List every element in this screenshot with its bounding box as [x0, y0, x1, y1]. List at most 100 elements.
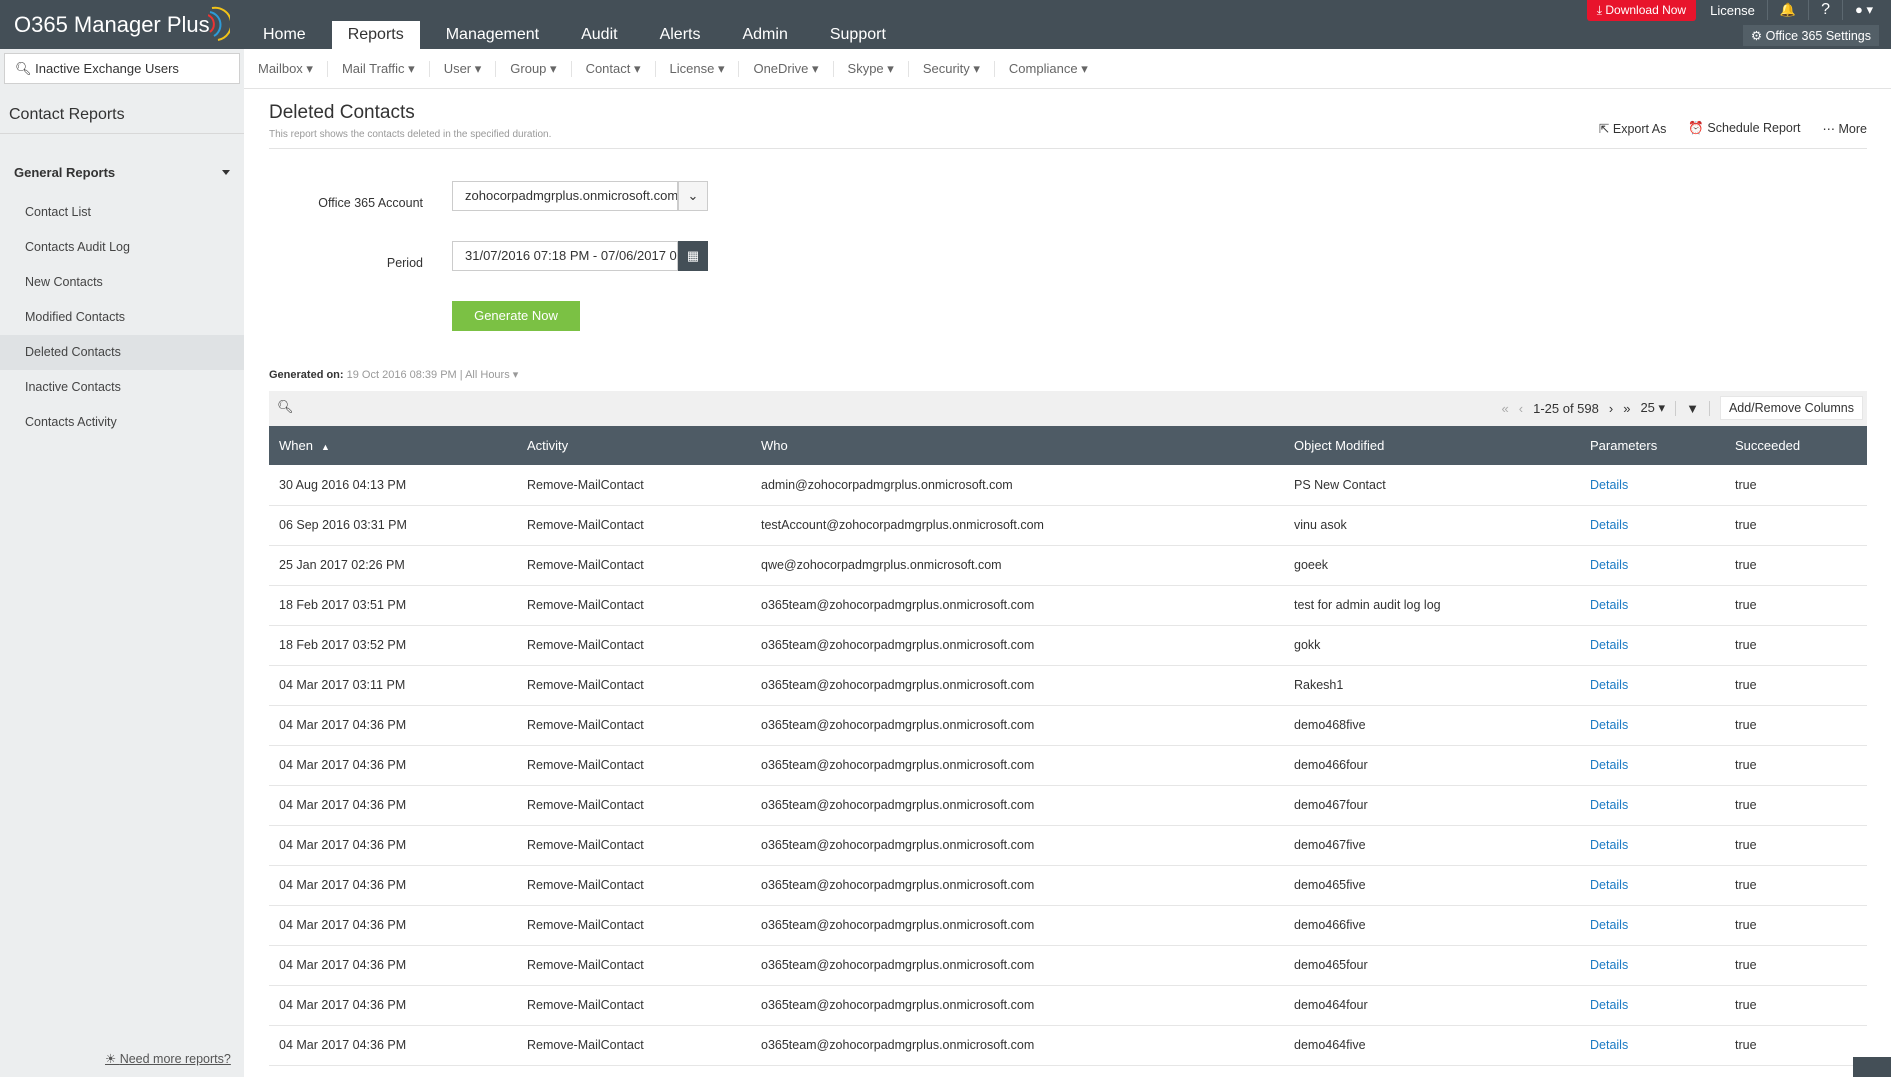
subnav-mail-traffic[interactable]: Mail Traffic ▾ — [328, 61, 430, 77]
first-page-icon[interactable]: « — [1502, 401, 1509, 416]
column-header[interactable]: Parameters — [1580, 426, 1725, 465]
table-row: 04 Mar 2017 03:11 PMRemove-MailContacto3… — [269, 665, 1867, 705]
hours-dropdown[interactable]: All Hours ▾ — [465, 369, 518, 381]
details-link[interactable]: Details — [1590, 878, 1628, 892]
prev-page-icon[interactable]: ‹ — [1519, 401, 1523, 416]
office-365-settings-button[interactable]: ⚙ Office 365 Settings — [1743, 25, 1879, 46]
subnav-compliance[interactable]: Compliance ▾ — [995, 61, 1102, 77]
details-link[interactable]: Details — [1590, 558, 1628, 572]
page-size-select[interactable]: 25 ▾ — [1640, 400, 1665, 416]
subnav-security[interactable]: Security ▾ — [909, 61, 995, 77]
report-search-input[interactable]: 🔍︎ Inactive Exchange Users — [4, 53, 240, 84]
sidebar-item-contacts-activity[interactable]: Contacts Activity — [0, 405, 244, 440]
table-cell: true — [1725, 985, 1867, 1025]
chevron-down-icon[interactable]: ⌄ — [678, 181, 708, 211]
table-row: 04 Mar 2017 04:36 PMRemove-MailContacto3… — [269, 865, 1867, 905]
table-cell: true — [1725, 665, 1867, 705]
table-cell: Details — [1580, 545, 1725, 585]
divider — [0, 133, 244, 134]
subnav-license[interactable]: License ▾ — [656, 61, 740, 77]
sidebar-item-new-contacts[interactable]: New Contacts — [0, 265, 244, 300]
table-row: 04 Mar 2017 04:36 PMRemove-MailContacto3… — [269, 905, 1867, 945]
subnav-mailbox[interactable]: Mailbox ▾ — [244, 61, 328, 77]
subnav-contact[interactable]: Contact ▾ — [572, 61, 656, 77]
table-cell: Details — [1580, 585, 1725, 625]
next-page-icon[interactable]: › — [1609, 401, 1613, 416]
subnav-onedrive[interactable]: OneDrive ▾ — [739, 61, 833, 77]
sidebar-item-deleted-contacts[interactable]: Deleted Contacts — [0, 335, 244, 370]
details-link[interactable]: Details — [1590, 758, 1628, 772]
app-logo[interactable]: O365 Manager Plus — [14, 12, 210, 38]
download-now-button[interactable]: ⤓ Download Now — [1587, 0, 1696, 21]
tab-reports[interactable]: Reports — [332, 21, 420, 49]
subnav-group[interactable]: Group ▾ — [496, 61, 571, 77]
table-cell: o365team@zohocorpadmgrplus.onmicrosoft.c… — [751, 905, 1284, 945]
generate-now-button[interactable]: Generate Now — [452, 301, 580, 331]
table-row: 18 Feb 2017 03:52 PMRemove-MailContacto3… — [269, 625, 1867, 665]
details-link[interactable]: Details — [1590, 678, 1628, 692]
details-link[interactable]: Details — [1590, 638, 1628, 652]
license-link[interactable]: License — [1710, 3, 1755, 18]
sidebar-item-contact-list[interactable]: Contact List — [0, 195, 244, 230]
details-link[interactable]: Details — [1590, 998, 1628, 1012]
sidebar-item-modified-contacts[interactable]: Modified Contacts — [0, 300, 244, 335]
details-link[interactable]: Details — [1590, 1038, 1628, 1052]
filter-icon[interactable]: ▼ — [1675, 401, 1710, 416]
table-cell: 30 Aug 2016 04:13 PM — [269, 465, 517, 505]
details-link[interactable]: Details — [1590, 718, 1628, 732]
more-button[interactable]: ⋯ More — [1823, 121, 1867, 136]
table-cell: 04 Mar 2017 04:36 PM — [269, 945, 517, 985]
general-reports-toggle[interactable]: General Reports — [14, 165, 230, 180]
export-as-button[interactable]: ⇱ Export As — [1599, 121, 1666, 136]
period-input[interactable]: 31/07/2016 07:18 PM - 07/06/2017 07:18 P… — [452, 241, 678, 271]
details-link[interactable]: Details — [1590, 798, 1628, 812]
tab-admin[interactable]: Admin — [726, 21, 803, 49]
details-link[interactable]: Details — [1590, 598, 1628, 612]
add-remove-columns-button[interactable]: Add/Remove Columns — [1720, 396, 1863, 420]
table-cell: true — [1725, 865, 1867, 905]
tab-support[interactable]: Support — [814, 21, 902, 49]
schedule-report-button[interactable]: ⏰ Schedule Report — [1688, 121, 1800, 136]
table-cell: o365team@zohocorpadmgrplus.onmicrosoft.c… — [751, 745, 1284, 785]
subnav-skype[interactable]: Skype ▾ — [834, 61, 909, 77]
details-link[interactable]: Details — [1590, 478, 1628, 492]
sidebar-item-contacts-audit-log[interactable]: Contacts Audit Log — [0, 230, 244, 265]
user-avatar-icon[interactable]: ● ▾ — [1855, 2, 1873, 18]
table-cell: Remove-MailContact — [517, 945, 751, 985]
table-cell: true — [1725, 1025, 1867, 1065]
chat-icon[interactable] — [1853, 1057, 1891, 1077]
table-cell: Remove-MailContact — [517, 785, 751, 825]
table-row: 04 Mar 2017 04:36 PMRemove-MailContacto3… — [269, 705, 1867, 745]
divider — [269, 148, 1867, 149]
column-header[interactable]: When▲ — [269, 426, 517, 465]
help-icon[interactable]: ? — [1821, 1, 1830, 19]
table-cell: demo464four — [1284, 985, 1580, 1025]
table-cell: Remove-MailContact — [517, 705, 751, 745]
column-header[interactable]: Object Modified — [1284, 426, 1580, 465]
table-cell: Remove-MailContact — [517, 545, 751, 585]
tab-home[interactable]: Home — [247, 21, 322, 49]
table-search-icon[interactable]: 🔍︎ — [277, 399, 294, 415]
table-cell: Remove-MailContact — [517, 585, 751, 625]
column-header[interactable]: Who — [751, 426, 1284, 465]
need-more-reports-link[interactable]: ☀ Need more reports? — [105, 1051, 231, 1066]
subnav-user[interactable]: User ▾ — [430, 61, 497, 77]
calendar-icon[interactable]: ▦ — [678, 241, 708, 271]
table-cell: demo465four — [1284, 945, 1580, 985]
top-bar: O365 Manager Plus Home Reports Management A… — [0, 0, 1891, 49]
tab-audit[interactable]: Audit — [565, 21, 633, 49]
table-cell: Details — [1580, 825, 1725, 865]
bell-alert-icon[interactable]: 🔔 — [1780, 2, 1796, 18]
details-link[interactable]: Details — [1590, 918, 1628, 932]
details-link[interactable]: Details — [1590, 958, 1628, 972]
details-link[interactable]: Details — [1590, 838, 1628, 852]
details-link[interactable]: Details — [1590, 518, 1628, 532]
column-header[interactable]: Activity — [517, 426, 751, 465]
account-select[interactable]: zohocorpadmgrplus.onmicrosoft.com — [452, 181, 678, 211]
tab-management[interactable]: Management — [430, 21, 555, 49]
tab-alerts[interactable]: Alerts — [644, 21, 717, 49]
last-page-icon[interactable]: » — [1623, 401, 1630, 416]
sidebar-item-inactive-contacts[interactable]: Inactive Contacts — [0, 370, 244, 405]
table-row: 04 Mar 2017 04:36 PMRemove-MailContacto3… — [269, 825, 1867, 865]
column-header[interactable]: Succeeded — [1725, 426, 1867, 465]
